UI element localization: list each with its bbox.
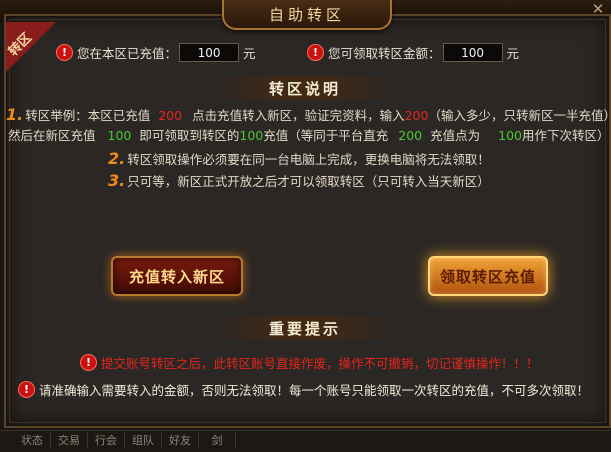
- bottom-tab[interactable]: 行会: [88, 432, 125, 449]
- explain-item-3: 3. 只可等，新区正式开放之后才可以领取转区（只可转入当天新区）: [108, 171, 490, 190]
- explain-item-1-line-1: 1. 转区举例：本区已充值 200 点击充值转入新区，验证完资料，输入200（输入多…: [6, 105, 611, 124]
- bottom-tab[interactable]: 组队: [125, 432, 162, 449]
- claim-unit: 元: [506, 46, 520, 61]
- explain-title: 转区说明: [268, 80, 341, 98]
- bottom-tab[interactable]: 交易: [51, 432, 88, 449]
- explain-item-1-line-2: 然后在新区充值 100 即可领取到转区的100充值（等同于平台直充 200 充值点为 10…: [8, 128, 610, 143]
- recharge-transfer-button[interactable]: 充值转入新区: [111, 256, 243, 296]
- bottom-tabs: 状态 交易 行会 组队 好友 剑: [14, 432, 236, 449]
- claim-label: 您可领取转区金额：: [328, 46, 441, 61]
- recharge-label: 您在本区已充值：: [77, 46, 178, 61]
- alert-icon: !: [18, 381, 35, 398]
- bottom-tab[interactable]: 剑: [199, 432, 236, 449]
- close-icon[interactable]: ✕: [589, 0, 607, 18]
- notice-line-2: ! 请准确输入需要转入的金额，否则无法领取！每一个账号只能领取一次转区的充值，不…: [18, 380, 589, 399]
- alert-icon: !: [80, 354, 97, 371]
- alert-icon: !: [56, 44, 73, 61]
- notice-title: 重要提示: [268, 320, 341, 338]
- recharge-row: ! 您在本区已充值： 元: [56, 43, 256, 62]
- claim-recharge-button[interactable]: 领取转区充值: [428, 256, 548, 296]
- bottom-tab[interactable]: 状态: [14, 432, 51, 449]
- claimable-amount-field[interactable]: [442, 43, 503, 62]
- recharge-unit: 元: [243, 46, 256, 61]
- bottom-tab[interactable]: 好友: [162, 432, 199, 449]
- window-title: 自助转区: [222, 0, 392, 30]
- recharged-amount-field[interactable]: [179, 43, 240, 62]
- claim-row: ! 您可领取转区金额： 元: [307, 43, 519, 62]
- notice-line-1: ! 提交账号转区之后，此转区账号直接作废，操作不可撤销，切记谨慎操作！！！: [80, 353, 539, 372]
- explain-item-2: 2. 转区领取操作必须要在同一台电脑上完成，更换电脑将无法领取！: [108, 149, 490, 168]
- alert-icon: !: [307, 44, 324, 61]
